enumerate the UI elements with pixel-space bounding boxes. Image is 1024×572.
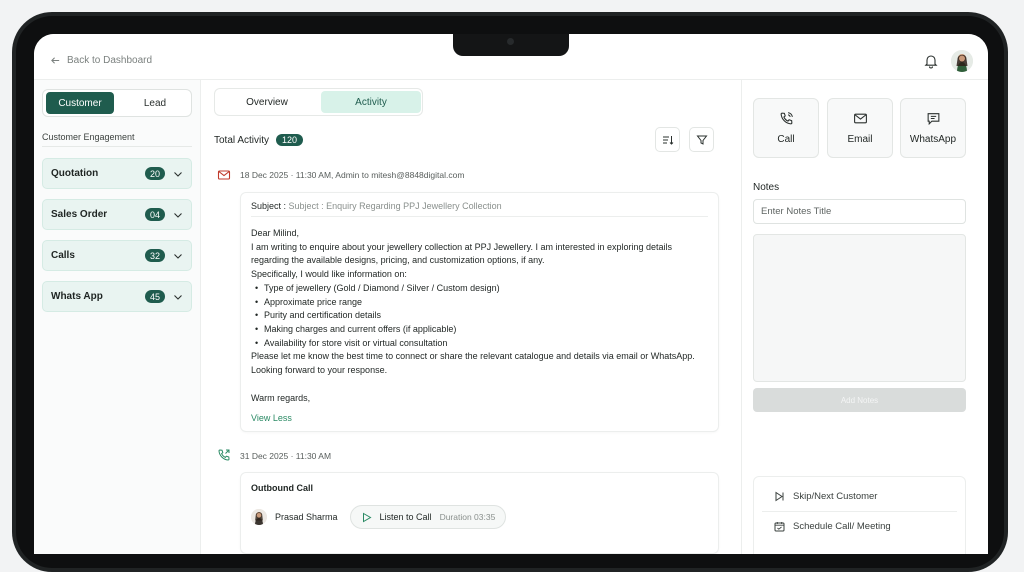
subject-label: Subject : [251,201,287,211]
call-action-button[interactable]: Call [753,98,819,158]
email-action-button[interactable]: Email [827,98,893,158]
app-screen: Back to Dashboard Customer Lead Customer… [34,34,988,554]
chevron-down-icon [174,212,182,218]
call-card: Outbound Call Prasad Sharma Listen to Ca… [240,472,719,554]
back-label: Back to Dashboard [67,55,153,66]
subject-value: Subject : Enquiry Regarding PPJ Jeweller… [288,201,502,211]
skip-forward-icon [775,491,784,502]
skip-next-customer-button[interactable]: Skip/Next Customer [774,491,877,502]
mail-icon [217,170,231,180]
camera-notch [453,34,569,56]
play-icon [362,512,372,522]
call-title: Outbound Call [251,483,313,493]
count-badge: 20 [145,167,165,180]
notes-label: Notes [753,182,780,193]
person-avatar [251,509,267,525]
call-meta: 31 Dec 2025 · 11:30 AM [240,451,332,461]
left-sidebar: Customer Lead Customer Engagement Quotat… [34,80,201,554]
call-duration: Duration 03:35 [439,512,496,522]
filter-icon [695,135,708,145]
schedule-call-meeting-button[interactable]: Schedule Call/ Meeting [774,521,891,532]
whatsapp-accordion[interactable]: Whats App 45 [42,281,192,312]
arrow-left-icon [51,57,60,64]
call-row: Prasad Sharma Listen to Call Duration 03… [251,505,708,529]
customer-actions-card: Skip/Next Customer Schedule Call/ Meetin… [753,476,966,554]
email-line: Specifically, I would like information o… [251,269,407,280]
email-line: Looking forward to your response. [251,365,388,376]
accordion-label: Sales Order [51,209,108,220]
sort-icon [662,135,673,145]
skip-label: Skip/Next Customer [793,491,878,502]
notes-title-input[interactable] [753,199,966,224]
calendar-check-icon [774,522,785,532]
quotation-accordion[interactable]: Quotation 20 [42,158,192,189]
email-card: Subject : Subject : Enquiry Regarding PP… [240,192,719,432]
accordion-label: Quotation [51,168,99,179]
list-item: Availability for store visit or virtual … [255,337,708,351]
list-item: Purity and certification details [255,309,708,323]
calls-accordion[interactable]: Calls 32 [42,240,192,271]
email-action-label: Email [847,134,873,145]
tab-overview[interactable]: Overview [217,91,317,113]
count-badge: 04 [145,208,165,221]
message-icon [927,113,939,126]
count-badge: 45 [145,290,165,303]
view-tabs: Overview Activity [214,88,423,116]
email-subject: Subject : Subject : Enquiry Regarding PP… [251,201,708,217]
chevron-down-icon [174,253,182,259]
view-less-link[interactable]: View Less [251,413,708,423]
section-label: Customer Engagement [42,132,135,142]
sales-order-accordion[interactable]: Sales Order 04 [42,199,192,230]
whatsapp-action-label: WhatsApp [909,134,957,145]
notes-textarea[interactable] [753,234,966,382]
email-closing: Warm regards, [251,392,311,403]
accordion-label: Whats App [51,291,103,302]
email-meta: 18 Dec 2025 · 11:30 AM, Admin to mitesh@… [240,170,465,180]
add-notes-button[interactable]: Add Notes [753,388,966,412]
count-badge: 32 [145,249,165,262]
user-avatar[interactable] [951,50,973,72]
back-to-dashboard-link[interactable]: Back to Dashboard [50,55,152,66]
customer-lead-toggle: Customer Lead [42,89,192,117]
filter-button[interactable] [689,127,714,152]
divider [42,146,192,147]
chevron-down-icon [174,171,182,177]
total-activity: Total Activity 120 [214,134,304,146]
right-panel: Call Email WhatsApp Notes Add Notes Skip… [741,80,988,554]
bell-icon[interactable] [923,53,939,69]
email-greeting: Dear Milind, [251,228,300,238]
whatsapp-action-button[interactable]: WhatsApp [900,98,966,158]
lead-toggle-button[interactable]: Lead [121,92,189,114]
total-activity-count: 120 [276,134,304,146]
list-item: Making charges and current offers (if ap… [255,323,708,337]
email-bullet-list: Type of jewellery (Gold / Diamond / Silv… [251,282,708,351]
listen-to-call-button[interactable]: Listen to Call Duration 03:35 [349,505,507,529]
chevron-down-icon [174,294,182,300]
mail-icon [853,113,867,124]
phone-outgoing-icon [218,449,230,461]
listen-label: Listen to Call [379,512,432,522]
email-line: Please let me know the best time to conn… [251,351,695,362]
accordion-label: Calls [51,250,75,261]
person-name: Prasad Sharma [275,512,338,522]
email-body: Dear Milind, I am writing to enquire abo… [251,227,708,405]
customer-toggle-button[interactable]: Customer [46,92,114,114]
tab-activity[interactable]: Activity [321,91,421,113]
list-item: Type of jewellery (Gold / Diamond / Silv… [255,282,708,296]
schedule-label: Schedule Call/ Meeting [793,521,891,532]
email-line: regarding the available designs, pricing… [251,255,545,266]
list-item: Approximate price range [255,296,708,310]
divider [762,511,957,512]
phone-icon [780,112,793,125]
sort-button[interactable] [655,127,680,152]
call-action-label: Call [777,134,795,145]
email-line: I am writing to enquire about your jewel… [251,241,673,252]
total-activity-label: Total Activity [214,134,270,146]
camera-icon [507,38,514,45]
